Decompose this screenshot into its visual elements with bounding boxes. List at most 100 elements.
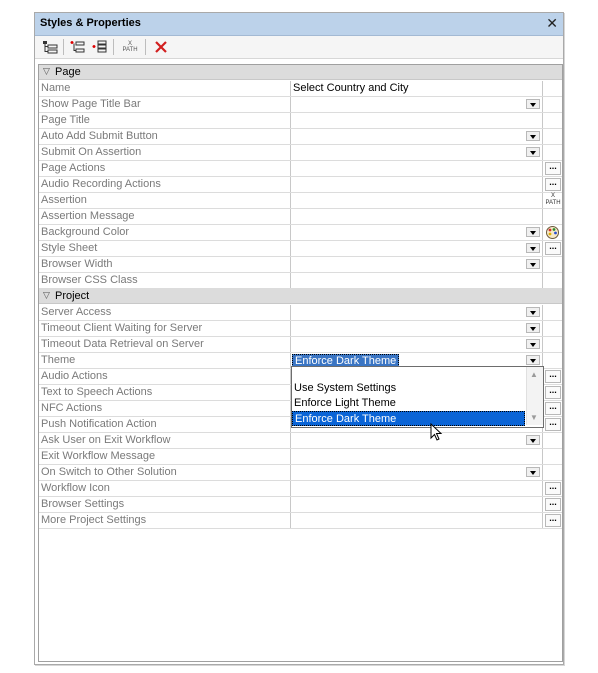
dropdown-arrow-icon[interactable] [526,131,540,141]
property-row-style-sheet[interactable]: Style Sheet... [39,241,562,257]
property-value[interactable] [291,321,543,336]
xpath-button-icon[interactable]: X PATH [544,193,562,208]
dropdown-arrow-icon[interactable] [526,307,540,317]
property-name: Assertion Message [39,209,291,224]
property-row-page-title[interactable]: Page Title [39,113,562,129]
panel-title: Styles & Properties [40,17,141,29]
category-project[interactable]: ▽ Project [39,289,562,304]
property-extra-cell [543,305,562,320]
theme-option-light[interactable]: Enforce Light Theme [292,396,525,411]
property-value[interactable] [291,129,543,144]
property-row-show-page-title-bar[interactable]: Show Page Title Bar [39,97,562,113]
property-row-background-color[interactable]: Background Color [39,225,562,241]
property-extra-cell [543,465,562,480]
property-value[interactable]: Select Country and City [291,81,543,96]
ellipsis-button[interactable]: ... [545,402,561,415]
property-row-timeout-data-retrieval-on-server[interactable]: Timeout Data Retrieval on Server [39,337,562,353]
add-child-icon[interactable] [68,38,88,56]
property-row-assertion[interactable]: Assertion X PATH [39,193,562,209]
toolbar: X PATH [35,36,563,59]
scroll-down-icon[interactable]: ▼ [530,413,538,422]
dropdown-arrow-icon[interactable] [526,355,540,365]
property-row-auto-add-submit-button[interactable]: Auto Add Submit Button [39,129,562,145]
property-value[interactable] [291,145,543,160]
property-row-browser-css-class[interactable]: Browser CSS Class [39,273,562,289]
dropdown-scrollbar[interactable]: ▲ ▼ [526,367,543,425]
theme-option-dark[interactable]: Enforce Dark Theme [292,411,525,426]
property-row-page-actions[interactable]: Page Actions... [39,161,562,177]
dropdown-arrow-icon[interactable] [526,227,540,237]
property-row-server-access[interactable]: Server Access [39,305,562,321]
ellipsis-button[interactable]: ... [545,498,561,511]
property-row-name[interactable]: Name Select Country and City [39,81,562,97]
property-value[interactable] [291,497,543,512]
property-value[interactable] [291,97,543,112]
collapse-triangle-icon[interactable]: ▽ [43,290,50,301]
mouse-pointer-icon [430,422,444,446]
tree-view-icon[interactable] [40,38,60,56]
property-name: Timeout Data Retrieval on Server [39,337,291,352]
property-row-audio-recording-actions[interactable]: Audio Recording Actions... [39,177,562,193]
dropdown-arrow-icon[interactable] [526,147,540,157]
property-extra-cell: ... [543,481,562,496]
dropdown-arrow-icon[interactable] [526,259,540,269]
color-palette-icon[interactable] [545,225,560,240]
ellipsis-button[interactable]: ... [545,482,561,495]
category-page[interactable]: ▽ Page [39,65,562,80]
property-extra-cell [543,321,562,336]
property-value[interactable] [291,161,543,176]
property-name: NFC Actions [39,401,291,416]
property-value[interactable] [291,257,543,272]
ellipsis-button[interactable]: ... [545,178,561,191]
xpath-icon[interactable]: X PATH [120,38,140,56]
property-value[interactable] [291,241,543,256]
property-value[interactable] [291,193,543,208]
theme-option-system[interactable]: Use System Settings [292,381,525,396]
dropdown-arrow-icon[interactable] [526,99,540,109]
property-value[interactable] [291,337,543,352]
property-value[interactable] [291,449,543,464]
property-extra-cell: ... [543,369,562,384]
add-sibling-icon[interactable] [90,38,110,56]
ellipsis-button[interactable]: ... [545,386,561,399]
ellipsis-button[interactable]: ... [545,162,561,175]
dropdown-arrow-icon[interactable] [526,339,540,349]
property-row-timeout-client-waiting-for-server[interactable]: Timeout Client Waiting for Server [39,321,562,337]
property-value[interactable] [291,465,543,480]
property-value[interactable] [291,209,543,224]
property-row-browser-width[interactable]: Browser Width [39,257,562,273]
property-value[interactable] [291,177,543,192]
property-row-more-project-settings[interactable]: More Project Settings... [39,513,562,529]
property-row-on-switch-to-other-solution[interactable]: On Switch to Other Solution [39,465,562,481]
property-row-submit-on-assertion[interactable]: Submit On Assertion [39,145,562,161]
ellipsis-button[interactable]: ... [545,418,561,431]
scroll-up-icon[interactable]: ▲ [530,370,538,379]
dropdown-arrow-icon[interactable] [526,243,540,253]
ellipsis-button[interactable]: ... [545,514,561,527]
property-value[interactable] [291,225,543,240]
delete-icon[interactable] [151,38,171,56]
property-row-assertion-message[interactable]: Assertion Message [39,209,562,225]
ellipsis-button[interactable]: ... [545,370,561,383]
property-value[interactable] [291,305,543,320]
property-name: Server Access [39,305,291,320]
collapse-triangle-icon[interactable]: ▽ [43,66,50,77]
property-name: Show Page Title Bar [39,97,291,112]
dropdown-arrow-icon[interactable] [526,323,540,333]
property-row-ask-user-on-exit-workflow[interactable]: Ask User on Exit Workflow [39,433,562,449]
property-value[interactable] [291,273,543,288]
property-value[interactable] [291,481,543,496]
dropdown-arrow-icon[interactable] [526,435,540,445]
property-value[interactable] [291,513,543,528]
property-value[interactable] [291,433,543,448]
property-extra-cell [543,353,562,368]
property-value[interactable] [291,113,543,128]
property-row-workflow-icon[interactable]: Workflow Icon... [39,481,562,497]
close-icon[interactable]: ✕ [546,15,558,32]
property-row-exit-workflow-message[interactable]: Exit Workflow Message [39,449,562,465]
dropdown-arrow-icon[interactable] [526,467,540,477]
property-name: Background Color [39,225,291,240]
property-row-browser-settings[interactable]: Browser Settings... [39,497,562,513]
ellipsis-button[interactable]: ... [545,242,561,255]
property-extra-cell [543,257,562,272]
